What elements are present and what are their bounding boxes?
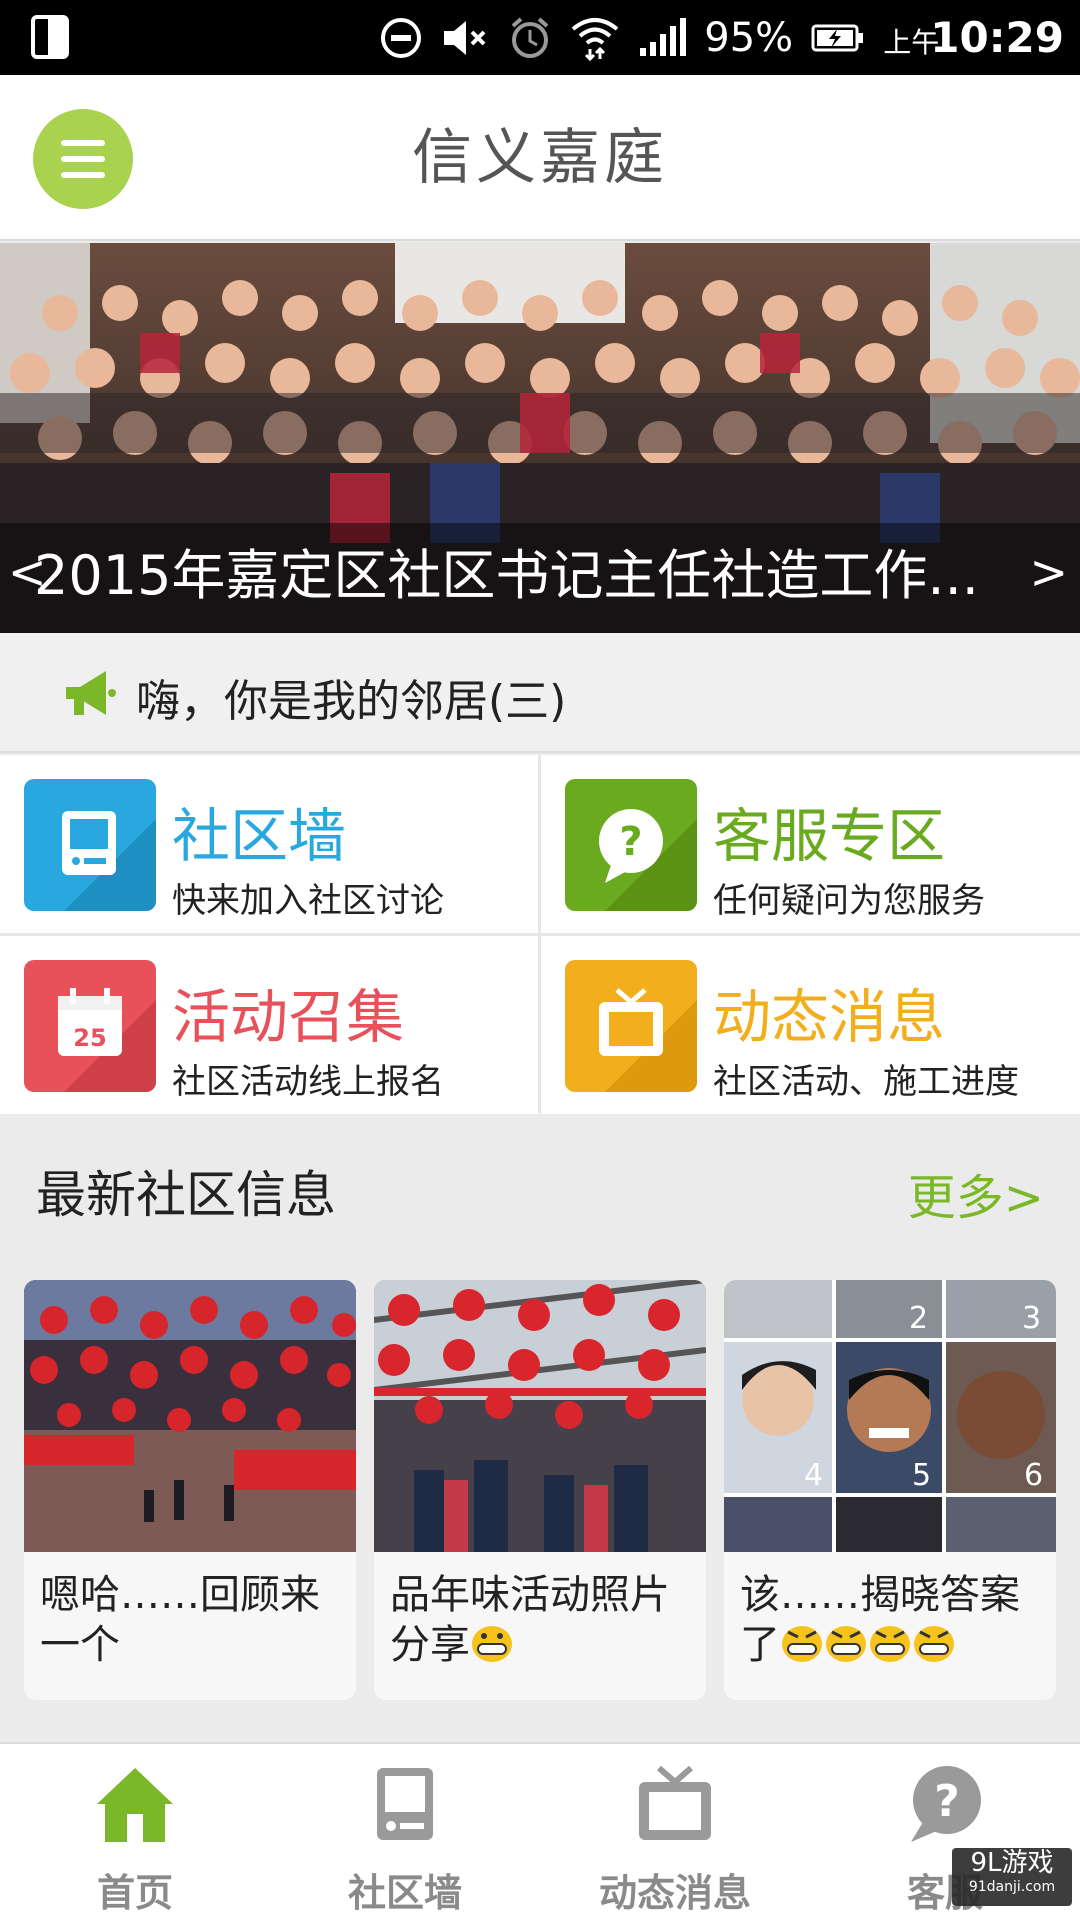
photo-number: 5 xyxy=(912,1458,931,1493)
news-card[interactable]: 2 3 4 5 6 该……揭晓答案了 xyxy=(724,1280,1056,1700)
svg-text:?: ? xyxy=(934,1776,960,1827)
banner-caption-bar: < 2015年嘉定区社区书记主任社造工作... > xyxy=(0,523,1080,633)
status-bar: 95% 上午 10:29 xyxy=(0,0,1080,75)
banner-carousel[interactable]: < 2015年嘉定区社区书记主任社造工作... > xyxy=(0,243,1080,633)
home-icon xyxy=(97,1768,173,1842)
photo-number: 2 xyxy=(909,1301,928,1336)
tv-icon xyxy=(565,960,697,1092)
grid-item-subtitle: 任何疑问为您服务 xyxy=(713,881,985,921)
tv-icon xyxy=(639,1765,711,1840)
angry-grin-emoji-icon xyxy=(782,1626,822,1662)
feature-grid: 社区墙 快来加入社区讨论 ? 客服专区 任何疑问为您服务 25 活动召集 社区活… xyxy=(0,755,1080,1114)
photo-number: 3 xyxy=(1022,1301,1041,1336)
card-thumbnail: 2 3 4 5 6 xyxy=(724,1280,1056,1552)
angry-grin-emoji-icon xyxy=(914,1626,954,1662)
do-not-disturb-icon xyxy=(381,17,422,58)
wall-board-icon xyxy=(377,1768,433,1840)
signal-icon xyxy=(640,17,687,56)
calendar-day: 25 xyxy=(73,1024,106,1052)
nav-label: 首页 xyxy=(96,1871,173,1915)
card-title: 嗯哈……回顾来一个 xyxy=(40,1572,320,1668)
wall-board-icon xyxy=(24,779,156,911)
app-header: 信义嘉庭 xyxy=(0,75,1080,241)
bottom-nav: 首页 社区墙 动态消息 ? 客服 9L游戏 91danji.com xyxy=(0,1742,1080,1920)
notice-text: 嗨，你是我的邻居(三) xyxy=(136,676,567,727)
grid-item-title: 动态消息 xyxy=(713,983,946,1051)
question-bubble-icon: ? xyxy=(911,1766,981,1842)
news-card[interactable]: 品年味活动照片分享 xyxy=(374,1280,706,1700)
grid-item-subtitle: 社区活动、施工进度 xyxy=(713,1062,1019,1102)
page-title: 信义嘉庭 xyxy=(412,123,668,193)
tab-news[interactable]: 动态消息 xyxy=(540,1744,810,1920)
nav-label: 动态消息 xyxy=(598,1871,751,1915)
banner-next-arrow[interactable]: > xyxy=(1029,545,1068,599)
news-card[interactable]: 嗯哈……回顾来一个 xyxy=(24,1280,356,1700)
notice-bar[interactable]: 嗨，你是我的邻居(三) xyxy=(0,633,1080,753)
grid-divider-horizontal xyxy=(0,933,1080,936)
tab-community-wall[interactable]: 社区墙 xyxy=(270,1744,540,1920)
alarm-icon xyxy=(511,16,549,58)
grin-emoji-icon xyxy=(472,1626,512,1662)
grid-item-title: 社区墙 xyxy=(172,802,347,870)
grid-item-title: 活动召集 xyxy=(172,983,405,1051)
grid-item-title: 客服专区 xyxy=(713,802,946,870)
svg-text:?: ? xyxy=(619,819,642,865)
grid-item-community-wall[interactable]: 社区墙 快来加入社区讨论 xyxy=(0,755,539,933)
megaphone-icon xyxy=(66,671,116,715)
card-thumbnail xyxy=(374,1280,706,1552)
grid-item-subtitle: 社区活动线上报名 xyxy=(172,1062,444,1102)
angry-grin-emoji-icon xyxy=(826,1626,866,1662)
angry-grin-emoji-icon xyxy=(870,1626,910,1662)
grid-item-customer-service[interactable]: ? 客服专区 任何疑问为您服务 xyxy=(541,755,1080,933)
grid-item-activity-signup[interactable]: 25 活动召集 社区活动线上报名 xyxy=(0,936,539,1114)
calendar-icon: 25 xyxy=(24,960,156,1092)
section-title: 最新社区信息 xyxy=(36,1166,336,1224)
watermark-logo: 9L游戏 91danji.com xyxy=(952,1848,1072,1906)
clock: 10:29 xyxy=(930,13,1064,62)
photo-number: 4 xyxy=(804,1458,823,1493)
dual-screen-icon xyxy=(31,15,69,59)
status-icons: 95% 上午 10:29 xyxy=(380,0,1064,75)
grid-item-news[interactable]: 动态消息 社区活动、施工进度 xyxy=(541,936,1080,1114)
photo-number: 6 xyxy=(1024,1458,1043,1493)
battery-charging-icon xyxy=(811,24,864,51)
card-thumbnail xyxy=(24,1280,356,1552)
card-title: 品年味活动照片分享 xyxy=(390,1572,670,1668)
wifi-icon xyxy=(572,17,619,61)
more-link[interactable]: 更多> xyxy=(908,1158,1044,1228)
card-title: 该……揭晓答案了 xyxy=(740,1572,1020,1668)
tab-home[interactable]: 首页 xyxy=(0,1744,270,1920)
question-bubble-icon: ? xyxy=(565,779,697,911)
grid-item-subtitle: 快来加入社区讨论 xyxy=(172,881,444,921)
nav-label: 社区墙 xyxy=(347,1871,462,1915)
banner-caption: 2015年嘉定区社区书记主任社造工作... xyxy=(34,544,979,607)
mute-icon xyxy=(444,20,486,55)
battery-percent: 95% xyxy=(704,14,794,61)
